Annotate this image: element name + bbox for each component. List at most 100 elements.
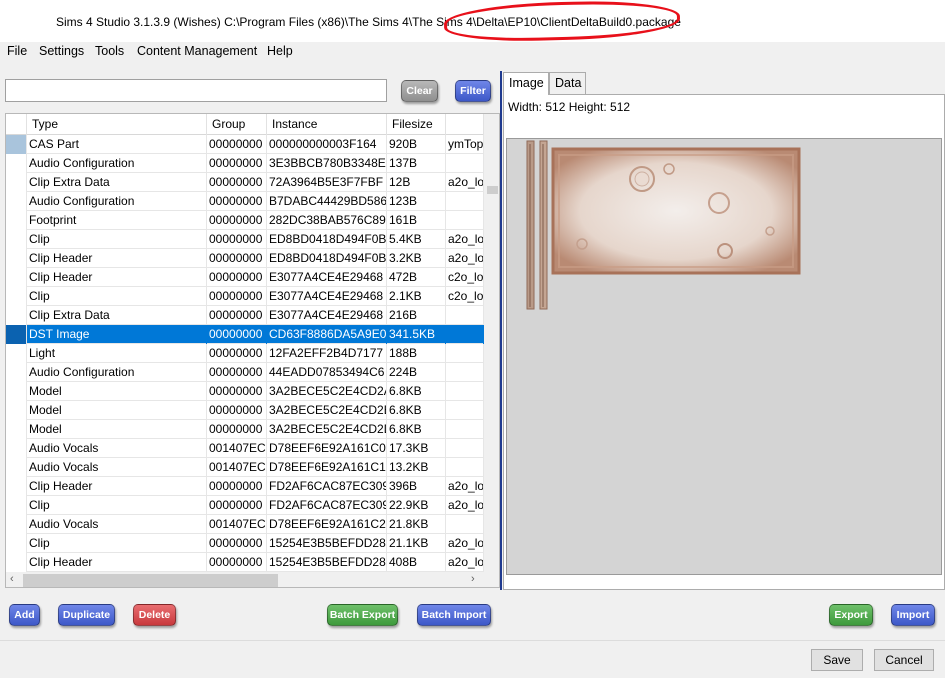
row-header[interactable] (6, 420, 27, 439)
cell-instance: 000000000003F164 (267, 135, 387, 154)
table-row[interactable]: Light 00000000 12FA2EFF2B4D7177 188B (6, 344, 484, 363)
row-header[interactable] (6, 249, 27, 268)
row-header[interactable] (6, 306, 27, 325)
column-header-filesize[interactable]: Filesize (387, 114, 446, 135)
cell-filesize: 6.8KB (387, 420, 446, 439)
cell-filesize: 396B (387, 477, 446, 496)
table-row[interactable]: Clip 00000000 FD2AF6CAC87EC309 22.9KB a2o_lo (6, 496, 484, 515)
cell-instance: ED8BD0418D494F0B (267, 249, 387, 268)
row-header[interactable] (6, 230, 27, 249)
table-row[interactable]: Audio Configuration 00000000 44EADD0785349… (6, 363, 484, 382)
row-header[interactable] (6, 135, 27, 154)
add-button[interactable]: Add (9, 604, 40, 626)
row-header[interactable] (6, 439, 27, 458)
delete-button[interactable]: Delete (133, 604, 176, 626)
clear-button[interactable]: Clear (401, 80, 438, 102)
cell-instance: CD63F8886DA5A9E0 (267, 325, 387, 344)
cell-instance: E3077A4CE4E29468 (267, 287, 387, 306)
table-row[interactable]: Clip 00000000 ED8BD0418D494F0B 5.4KB a2o_lo (6, 230, 484, 249)
row-header[interactable] (6, 382, 27, 401)
batch-import-button[interactable]: Batch Import (417, 604, 491, 626)
table-row[interactable]: Audio Configuration 00000000 B7DABC44429BD… (6, 192, 484, 211)
cell-type: Clip Header (27, 553, 207, 572)
table-row[interactable]: Model 00000000 3A2BECE5C2E4CD2D 6.8KB (6, 420, 484, 439)
table-row[interactable]: CAS Part 00000000 000000000003F164 920B ymTo… (6, 135, 484, 154)
table-row[interactable]: Audio Vocals 001407EC D78EEF6E92A161C2 21.8… (6, 515, 484, 534)
table-row[interactable]: Model 00000000 3A2BECE5C2E4CD2A 6.8KB (6, 382, 484, 401)
cancel-button[interactable]: Cancel (874, 649, 934, 671)
horizontal-scroll-thumb[interactable] (23, 574, 278, 587)
menu-help[interactable]: Help (267, 44, 293, 58)
row-header[interactable] (6, 344, 27, 363)
row-header[interactable] (6, 192, 27, 211)
row-header[interactable] (6, 534, 27, 553)
table-row[interactable]: Audio Vocals 001407EC D78EEF6E92A161C0 17.3… (6, 439, 484, 458)
table-row[interactable]: Clip Header 00000000 ED8BD0418D494F0B 3.2KB… (6, 249, 484, 268)
filter-button[interactable]: Filter (455, 80, 491, 102)
image-dimensions: Width: 512 Height: 512 (508, 100, 631, 114)
duplicate-button[interactable]: Duplicate (58, 604, 115, 626)
cell-filesize: 17.3KB (387, 439, 446, 458)
menu-file[interactable]: File (7, 44, 27, 58)
cell-group: 00000000 (207, 306, 267, 325)
table-row[interactable]: Clip Extra Data 00000000 72A3964B5E3F7FBF 1… (6, 173, 484, 192)
cell-group: 00000000 (207, 363, 267, 382)
tab-data[interactable]: Data (549, 72, 586, 94)
row-header[interactable] (6, 287, 27, 306)
table-row[interactable]: Model 00000000 3A2BECE5C2E4CD2B 6.8KB (6, 401, 484, 420)
table-row[interactable]: Clip 00000000 15254E3B5BEFDD28 21.1KB a2o_lo (6, 534, 484, 553)
row-header[interactable] (6, 401, 27, 420)
table-row[interactable]: Audio Vocals 001407EC D78EEF6E92A161C1 13.2… (6, 458, 484, 477)
column-header-type[interactable]: Type (27, 114, 207, 135)
cell-extra: a2o_lo (446, 496, 484, 515)
cell-instance: D78EEF6E92A161C2 (267, 515, 387, 534)
cell-type: Audio Vocals (27, 439, 207, 458)
horizontal-scrollbar[interactable]: ‹ › (6, 572, 484, 587)
search-input[interactable] (5, 79, 387, 102)
row-header[interactable] (6, 477, 27, 496)
row-header[interactable] (6, 496, 27, 515)
column-header-extra[interactable] (446, 114, 484, 135)
cell-group: 00000000 (207, 382, 267, 401)
pane-splitter[interactable] (500, 71, 502, 590)
row-header[interactable] (6, 154, 27, 173)
menu-settings[interactable]: Settings (39, 44, 84, 58)
import-button[interactable]: Import (891, 604, 935, 626)
cell-filesize: 21.8KB (387, 515, 446, 534)
cell-group: 00000000 (207, 192, 267, 211)
cell-type: Clip Header (27, 268, 207, 287)
batch-export-button[interactable]: Batch Export (327, 604, 398, 626)
column-header-group[interactable]: Group (207, 114, 267, 135)
cell-instance: 3A2BECE5C2E4CD2D (267, 420, 387, 439)
row-header[interactable] (6, 515, 27, 534)
row-header[interactable] (6, 268, 27, 287)
row-header[interactable] (6, 363, 27, 382)
tab-image[interactable]: Image (503, 72, 549, 95)
table-row[interactable]: Clip 00000000 E3077A4CE4E29468 2.1KB c2o_lo (6, 287, 484, 306)
chevron-right-icon[interactable]: › (471, 573, 475, 585)
row-header[interactable] (6, 553, 27, 572)
table-row[interactable]: DST Image 00000000 CD63F8886DA5A9E0 341.5KB (6, 325, 484, 344)
table-row[interactable]: Clip Header 00000000 E3077A4CE4E29468 472B c… (6, 268, 484, 287)
table-row[interactable]: Clip Extra Data 00000000 E3077A4CE4E29468 2… (6, 306, 484, 325)
menu-content-management[interactable]: Content Management (137, 44, 257, 58)
menu-tools[interactable]: Tools (95, 44, 124, 58)
cell-group: 00000000 (207, 325, 267, 344)
export-button[interactable]: Export (829, 604, 873, 626)
resource-grid[interactable]: Type Group Instance Filesize CAS Part 000… (5, 113, 500, 588)
row-header[interactable] (6, 211, 27, 230)
vertical-scrollbar[interactable] (484, 114, 499, 587)
row-header[interactable] (6, 173, 27, 192)
table-row[interactable]: Clip Header 00000000 15254E3B5BEFDD28 408B a… (6, 553, 484, 572)
row-header[interactable] (6, 458, 27, 477)
table-row[interactable]: Clip Header 00000000 FD2AF6CAC87EC309 396B a… (6, 477, 484, 496)
cell-type: Audio Configuration (27, 192, 207, 211)
table-row[interactable]: Audio Configuration 00000000 3E3BBCB780B33… (6, 154, 484, 173)
vertical-scroll-thumb[interactable] (487, 186, 498, 194)
table-row[interactable]: Footprint 00000000 282DC38BAB576C89 161B (6, 211, 484, 230)
cell-type: Audio Configuration (27, 154, 207, 173)
column-header-instance[interactable]: Instance (267, 114, 387, 135)
save-button[interactable]: Save (811, 649, 863, 671)
chevron-left-icon[interactable]: ‹ (10, 573, 14, 585)
row-header[interactable] (6, 325, 27, 344)
